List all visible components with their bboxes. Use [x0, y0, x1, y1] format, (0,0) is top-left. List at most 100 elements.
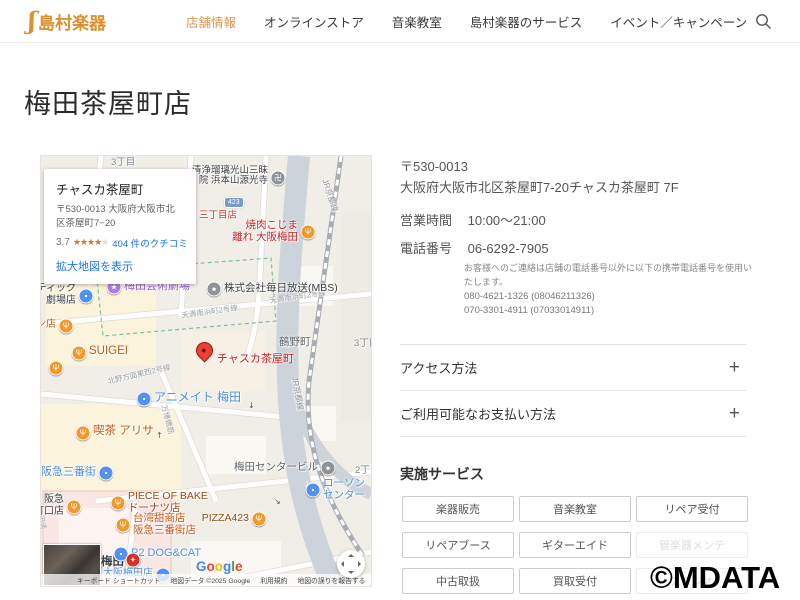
map-street-label: 3丁目	[111, 158, 135, 169]
phone-label: 電話番号	[400, 238, 464, 257]
pan-down-icon	[348, 571, 354, 574]
restaurant-poi-icon[interactable]: Ψ	[67, 500, 82, 515]
convenience-poi-icon[interactable]: ▪	[306, 483, 321, 498]
postal-code: 〒530-0013	[400, 156, 468, 175]
building-poi-icon[interactable]: ●	[321, 461, 336, 476]
shop-poi-icon[interactable]: ▪	[137, 392, 152, 407]
rating-stars-icon: ★★★★★	[73, 237, 109, 248]
nav-item[interactable]: 島村楽器のサービス	[470, 12, 583, 31]
plus-icon: +	[729, 403, 740, 425]
nav-item[interactable]: イベント／キャンペーン	[610, 12, 747, 31]
accordion-label: ご利用可能なお支払い方法	[400, 404, 556, 423]
map-poi-label: 株式会社毎日放送(MBS)	[224, 282, 338, 294]
phone-note: お客様へのご連絡は店舗の電話番号以外に以下の携帯電話番号を使用いたします。 08…	[464, 262, 752, 318]
restaurant-poi-icon[interactable]: Ψ	[252, 512, 267, 527]
map-poi-label: SUIGEI	[89, 345, 128, 358]
service-button[interactable]: ギターエイド	[519, 532, 631, 558]
enlarge-map-link[interactable]: 拡大地図を表示	[56, 258, 184, 274]
map-card-title: チャスカ茶屋町	[56, 179, 184, 198]
rating-value: 3.7	[56, 237, 70, 248]
search-icon[interactable]	[755, 13, 772, 30]
svg-text:↑: ↑	[156, 431, 163, 440]
map-poi-label: 焼肉こじま離れ 大阪梅田	[232, 219, 298, 243]
map-info-card: チャスカ茶屋町 〒530-0013 大阪府大阪市北区茶屋町7−20 3.7 ★★…	[44, 169, 196, 284]
map-street-label: 3丁目	[354, 339, 372, 350]
temple-poi-icon[interactable]: 卍	[271, 171, 286, 186]
map-poi-label: アニメイト 梅田	[154, 391, 241, 405]
service-button[interactable]: 買取受付	[519, 568, 631, 594]
hours-value: 10:00〜21:00	[468, 213, 546, 228]
google-logo[interactable]: Google	[196, 559, 243, 574]
restaurant-poi-icon[interactable]: Ψ	[301, 225, 316, 240]
service-button[interactable]: 音楽教室	[519, 496, 631, 522]
nav-item[interactable]: 店舗情報	[186, 12, 236, 31]
accordion-row[interactable]: アクセス方法 +	[400, 344, 746, 390]
building-poi-icon[interactable]: ●	[207, 282, 222, 297]
map-poi-label: P2 DOG&CAT	[131, 547, 201, 560]
pan-up-icon	[348, 554, 354, 557]
phone-row: 電話番号 06-6292-7905	[400, 238, 549, 257]
map-poi-label: PIZZA423	[202, 512, 249, 524]
phone-note-text: お客様へのご連絡は店舗の電話番号以外に以下の携帯電話番号を使用いたします。	[464, 263, 752, 287]
mobile-number: 070-3301-4911 (07033014911)	[464, 304, 752, 318]
page-title: 梅田茶屋町店	[24, 82, 192, 121]
restaurant-poi-icon[interactable]: Ψ	[59, 319, 74, 334]
logo[interactable]: ʃ 島村楽器	[28, 9, 106, 34]
station-poi-icon[interactable]: ✦	[126, 553, 141, 568]
map-card-address: 〒530-0013 大阪府大阪市北区茶屋町7−20	[56, 203, 184, 231]
hours-label: 営業時間	[400, 210, 464, 229]
svg-text:↘: ↘	[274, 497, 281, 506]
accordion-group: アクセス方法 + ご利用可能なお支払い方法 +	[400, 344, 746, 437]
pan-left-icon	[341, 561, 344, 567]
nav-item[interactable]: 音楽教室	[392, 12, 442, 31]
map-street-label: 鶴野町	[279, 336, 311, 348]
map-embed[interactable]: ↑↑↓ ↑↓↘↑ 3丁目JR京都線三丁目店天満南浜町2号線天満南浜町2号線鶴野町…	[40, 155, 372, 587]
logo-text: 島村楽器	[38, 9, 106, 34]
map-poi-label: 清浄瑠璃光山三昧院 浜本山源光寺	[192, 166, 268, 188]
restaurant-poi-icon[interactable]: Ψ	[72, 346, 87, 361]
service-button: 管楽器メンテ	[636, 532, 748, 558]
attribution-link[interactable]: 利用規約	[260, 575, 287, 585]
route-shield: 423	[224, 197, 244, 208]
accordion-label: アクセス方法	[400, 358, 477, 377]
main-nav: 店舗情報 オンラインストア 音楽教室 島村楽器のサービス イベント／キャンペーン	[186, 12, 747, 31]
nav-item[interactable]: オンラインストア	[264, 12, 364, 31]
shop-poi-icon[interactable]: ▪	[99, 466, 114, 481]
services-title: 実施サービス	[400, 464, 484, 484]
restaurant-poi-icon[interactable]: Ψ	[116, 518, 131, 533]
service-button[interactable]: 楽器販売	[402, 496, 514, 522]
map-poi-label: 台湾甜商店阪急三番街店	[133, 512, 196, 536]
map-poi-label: ローソンセンター	[323, 477, 365, 501]
map-poi-label: 阪急三番街	[41, 466, 96, 479]
service-button[interactable]: 中古取扱	[402, 568, 514, 594]
store-address: 大阪府大阪市北区茶屋町7-20チャスカ茶屋町 7F	[400, 177, 679, 196]
service-button[interactable]: リペア受付	[636, 496, 748, 522]
map-street-label: 2丁目	[355, 466, 372, 477]
service-button[interactable]: リペアブース	[402, 532, 514, 558]
shop-poi-icon[interactable]: ▪	[79, 289, 94, 304]
cafe-poi-icon[interactable]: Ψ	[76, 426, 91, 441]
map-poi-label: 阪急町口店	[40, 494, 64, 517]
restaurant-poi-icon[interactable]: Ψ	[111, 496, 126, 511]
watermark: ©MDATA	[650, 560, 780, 596]
accordion-row[interactable]: ご利用可能なお支払い方法 +	[400, 390, 746, 436]
reviews-link[interactable]: 404 件のクチコミ	[112, 236, 188, 250]
map-attribution: キーボード ショートカット地図データ ©2025 Google利用規約地図の誤り…	[41, 574, 371, 586]
map-marker-label: チャスカ茶屋町	[217, 350, 294, 366]
map-poi-label: ン店	[40, 319, 56, 331]
restaurant-poi-icon[interactable]: Ψ	[49, 361, 64, 376]
attribution-link[interactable]: キーボード ショートカット	[77, 575, 160, 585]
phone-value: 06-6292-7905	[468, 241, 549, 256]
pan-control[interactable]	[337, 550, 365, 578]
map-poi-label: PIECE OF BAKEドーナツ店	[128, 490, 208, 514]
site-header: ʃ 島村楽器 店舗情報 オンラインストア 音楽教室 島村楽器のサービス イベント／キャン…	[0, 0, 800, 43]
plus-icon: +	[729, 357, 740, 379]
attribution-text: 地図データ ©2025 Google	[170, 575, 250, 585]
map-poi-label: 喫茶 アリサ	[93, 425, 154, 438]
mobile-number: 080-4621-1326 (08046211326)	[464, 290, 752, 304]
svg-text:↓: ↓	[248, 401, 255, 410]
map-poi-label: ティック劇場店	[40, 283, 76, 306]
hours-row: 営業時間 10:00〜21:00	[400, 210, 546, 229]
logo-clef-icon: ʃ	[28, 9, 36, 33]
map-poi-label: 梅田センタービル	[234, 461, 318, 473]
